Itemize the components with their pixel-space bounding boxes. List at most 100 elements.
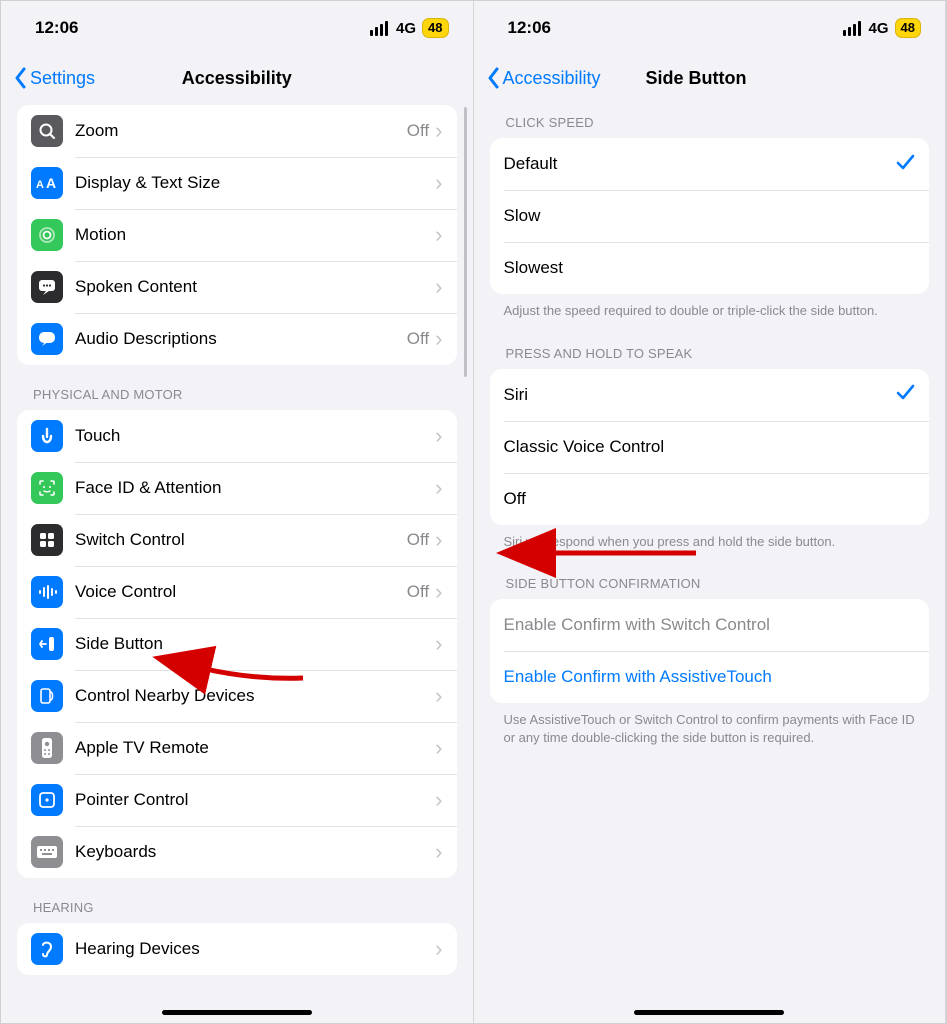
row-label: Pointer Control: [75, 790, 435, 810]
speech-icon: [31, 271, 63, 303]
section-header-press-hold: PRESS AND HOLD TO SPEAK: [474, 324, 946, 369]
row-label: Classic Voice Control: [504, 437, 916, 457]
row-display-text[interactable]: AA Display & Text Size ›: [17, 157, 457, 209]
network-type: 4G: [869, 20, 889, 37]
row-label: Apple TV Remote: [75, 738, 435, 758]
row-faceid[interactable]: Face ID & Attention ›: [17, 462, 457, 514]
row-label: Zoom: [75, 121, 407, 141]
row-voice-control[interactable]: Voice Control Off ›: [17, 566, 457, 618]
content-scroll[interactable]: Zoom Off › AA Display & Text Size › Moti…: [1, 105, 473, 1023]
row-hold-off[interactable]: Off: [490, 473, 930, 525]
nav-bar: Accessibility Side Button: [474, 55, 946, 101]
row-value: Off: [407, 530, 429, 550]
press-hold-group: Siri Classic Voice Control Off: [490, 369, 930, 525]
home-indicator[interactable]: [634, 1010, 784, 1015]
row-label: Side Button: [75, 634, 435, 654]
back-button[interactable]: Accessibility: [474, 67, 611, 89]
status-time: 12:06: [35, 18, 78, 38]
vision-group: Zoom Off › AA Display & Text Size › Moti…: [17, 105, 457, 365]
status-time: 12:06: [508, 18, 551, 38]
nav-bar: Settings Accessibility: [1, 55, 473, 101]
row-hold-siri[interactable]: Siri: [490, 369, 930, 421]
click-speed-group: Default Slow Slowest: [490, 138, 930, 294]
side-button-icon: [31, 628, 63, 660]
row-pointer-control[interactable]: Pointer Control ›: [17, 774, 457, 826]
voice-icon: [31, 576, 63, 608]
click-speed-footer: Adjust the speed required to double or t…: [474, 294, 946, 324]
status-bar: 12:06 4G 48: [474, 1, 946, 55]
row-motion[interactable]: Motion ›: [17, 209, 457, 261]
aa-icon: AA: [31, 167, 63, 199]
grid-icon: [31, 524, 63, 556]
chevron-right-icon: ›: [435, 737, 442, 759]
chevron-right-icon: ›: [435, 425, 442, 447]
chevron-left-icon: [486, 67, 500, 89]
phone-side-button: 12:06 4G 48 Accessibility Side Button CL…: [474, 1, 947, 1023]
content-scroll[interactable]: CLICK SPEED Default Slow Slowest Adjust …: [474, 101, 946, 1023]
remote-icon: [31, 732, 63, 764]
chevron-right-icon: ›: [435, 224, 442, 246]
row-confirm-switch[interactable]: Enable Confirm with Switch Control: [490, 599, 930, 651]
status-right-cluster: 4G 48: [370, 18, 448, 38]
row-speed-slow[interactable]: Slow: [490, 190, 930, 242]
row-label: Audio Descriptions: [75, 329, 407, 349]
row-label: Display & Text Size: [75, 173, 435, 193]
chevron-right-icon: ›: [435, 633, 442, 655]
row-label: Keyboards: [75, 842, 435, 862]
row-spoken-content[interactable]: Spoken Content ›: [17, 261, 457, 313]
touch-icon: [31, 420, 63, 452]
chevron-right-icon: ›: [435, 841, 442, 863]
chevron-right-icon: ›: [435, 120, 442, 142]
row-zoom[interactable]: Zoom Off ›: [17, 105, 457, 157]
row-label: Hearing Devices: [75, 939, 435, 959]
back-button[interactable]: Settings: [1, 67, 105, 89]
section-header-hearing: HEARING: [1, 878, 473, 923]
back-label: Accessibility: [503, 68, 601, 89]
row-label: Touch: [75, 426, 435, 446]
row-keyboards[interactable]: Keyboards ›: [17, 826, 457, 878]
row-hold-classic[interactable]: Classic Voice Control: [490, 421, 930, 473]
row-label: Spoken Content: [75, 277, 435, 297]
status-right-cluster: 4G 48: [843, 18, 921, 38]
row-appletv-remote[interactable]: Apple TV Remote ›: [17, 722, 457, 774]
row-speed-slowest[interactable]: Slowest: [490, 242, 930, 294]
battery-badge: 48: [422, 18, 448, 38]
row-label: Enable Confirm with Switch Control: [504, 615, 916, 635]
svg-text:A: A: [46, 175, 56, 191]
row-hearing-devices[interactable]: Hearing Devices ›: [17, 923, 457, 975]
chevron-right-icon: ›: [435, 789, 442, 811]
section-header-click-speed: CLICK SPEED: [474, 101, 946, 138]
row-side-button[interactable]: Side Button ›: [17, 618, 457, 670]
confirmation-footer: Use AssistiveTouch or Switch Control to …: [474, 703, 946, 750]
pointer-icon: [31, 784, 63, 816]
svg-text:A: A: [36, 179, 44, 191]
row-value: Off: [407, 329, 429, 349]
row-speed-default[interactable]: Default: [490, 138, 930, 190]
home-indicator[interactable]: [162, 1010, 312, 1015]
chevron-right-icon: ›: [435, 477, 442, 499]
row-label: Switch Control: [75, 530, 407, 550]
checkmark-icon: [895, 382, 915, 407]
back-label: Settings: [30, 68, 95, 89]
ear-icon: [31, 933, 63, 965]
chevron-right-icon: ›: [435, 938, 442, 960]
row-switch-control[interactable]: Switch Control Off ›: [17, 514, 457, 566]
row-label: Slowest: [504, 258, 916, 278]
row-label: Default: [504, 154, 896, 174]
row-label: Enable Confirm with AssistiveTouch: [504, 667, 916, 687]
keyboard-icon: [31, 836, 63, 868]
cellular-signal-icon: [843, 21, 861, 36]
row-control-nearby[interactable]: Control Nearby Devices ›: [17, 670, 457, 722]
row-label: Siri: [504, 385, 896, 405]
phone-accessibility: 12:06 4G 48 Settings Accessibility Z: [1, 1, 474, 1023]
row-touch[interactable]: Touch ›: [17, 410, 457, 462]
hearing-group: Hearing Devices ›: [17, 923, 457, 975]
row-label: Voice Control: [75, 582, 407, 602]
physical-group: Touch › Face ID & Attention › Switch Con…: [17, 410, 457, 878]
row-audio-descriptions[interactable]: Audio Descriptions Off ›: [17, 313, 457, 365]
section-header-physical: PHYSICAL AND MOTOR: [1, 365, 473, 410]
chevron-right-icon: ›: [435, 529, 442, 551]
row-confirm-assistivetouch[interactable]: Enable Confirm with AssistiveTouch: [490, 651, 930, 703]
battery-badge: 48: [895, 18, 921, 38]
chevron-right-icon: ›: [435, 172, 442, 194]
